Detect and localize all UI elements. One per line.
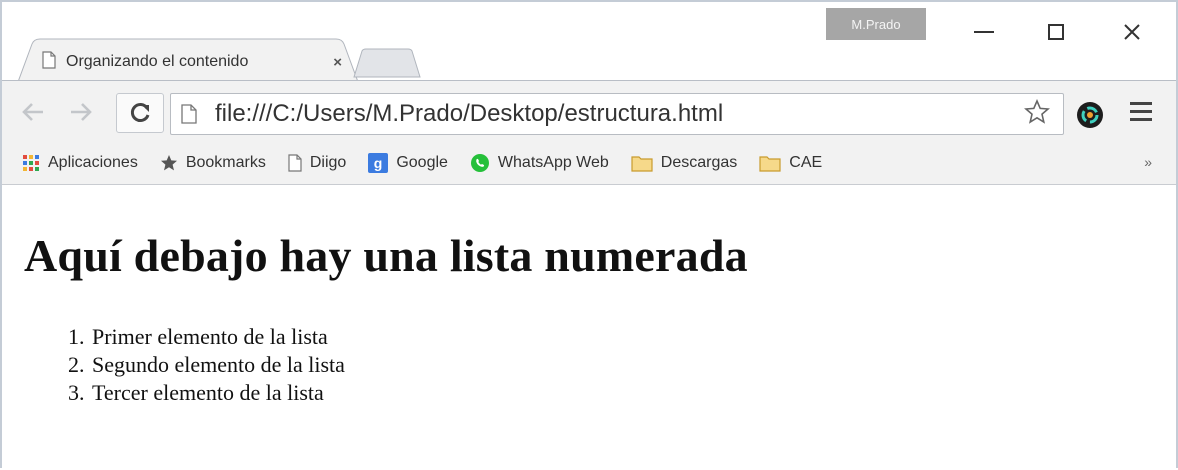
extension-circle-icon [1077,102,1103,128]
bookmark-diigo[interactable]: Diigo [288,154,346,172]
back-button[interactable] [16,95,50,129]
tab-content[interactable]: Organizando el contenido × [42,48,342,76]
list-item: Segundo elemento de la lista [90,351,345,379]
tab-title: Organizando el contenido [66,53,249,70]
bookmark-bookmarks[interactable]: Bookmarks [160,154,266,172]
google-icon: g [368,153,389,173]
bookmark-descargas[interactable]: Descargas [631,154,737,172]
new-tab-button[interactable] [352,48,422,78]
close-icon [1124,24,1140,40]
bookmark-label: Diigo [309,154,347,171]
maximize-icon [1048,24,1064,40]
minimize-icon [974,31,994,33]
page-icon [42,50,56,74]
browser-window: M.Prado Organizando el contenido × file:… [0,0,1178,468]
menu-bar [1130,102,1152,105]
bookmark-label: Aplicaciones [48,154,138,171]
reload-button[interactable] [116,93,164,133]
page-heading: Aquí debajo hay una lista numerada [24,230,748,281]
arrow-left-icon [22,103,43,121]
reload-icon [130,103,150,122]
bookmark-whatsapp[interactable]: WhatsApp Web [470,153,609,173]
svg-text:g: g [374,155,383,171]
list-item: Tercer elemento de la lista [90,379,345,407]
bookmark-label: WhatsApp Web [497,154,609,171]
list-item: Primer elemento de la lista [90,323,345,351]
bookmark-label: CAE [789,154,823,171]
bookmark-label: Descargas [660,154,738,171]
close-window-button[interactable] [1112,16,1152,48]
address-bar[interactable]: file:///C:/Users/M.Prado/Desktop/estruct… [170,93,1064,135]
menu-bar [1130,118,1152,121]
star-icon [160,154,178,172]
numbered-list: Primer elemento de la lista Segundo elem… [52,323,345,407]
apps-grid-icon [22,154,40,172]
page-icon [288,154,302,172]
bookmarks-overflow-button[interactable]: » [1144,154,1152,170]
profile-badge[interactable]: M.Prado [826,8,926,40]
forward-button[interactable] [64,95,98,129]
menu-bar [1130,110,1152,113]
maximize-button[interactable] [1036,16,1076,48]
bookmark-label: Bookmarks [185,154,266,171]
bookmark-star-button[interactable] [1024,98,1050,130]
url-text[interactable]: file:///C:/Users/M.Prado/Desktop/estruct… [215,94,723,134]
bookmarks-bar: Aplicaciones Bookmarks Diigo g Google Wh… [2,142,1176,185]
title-bar: M.Prado Organizando el contenido × [2,2,1176,82]
arrow-right-icon [71,103,92,121]
bookmark-aplicaciones[interactable]: Aplicaciones [22,154,138,172]
whatsapp-icon [470,153,490,173]
folder-icon [759,154,781,172]
minimize-button[interactable] [964,16,1004,48]
toolbar: file:///C:/Users/M.Prado/Desktop/estruct… [2,80,1176,143]
bookmark-label: Google [396,154,448,171]
extension-button[interactable] [1076,101,1104,129]
bookmark-google[interactable]: g Google [368,153,448,173]
folder-icon [631,154,653,172]
page-icon [181,104,197,129]
menu-button[interactable] [1130,102,1152,126]
star-outline-icon [1024,98,1050,124]
tab-close-icon[interactable]: × [333,54,342,71]
page-content: Aquí debajo hay una lista numerada Prime… [2,185,1176,468]
bookmark-cae[interactable]: CAE [759,154,822,172]
